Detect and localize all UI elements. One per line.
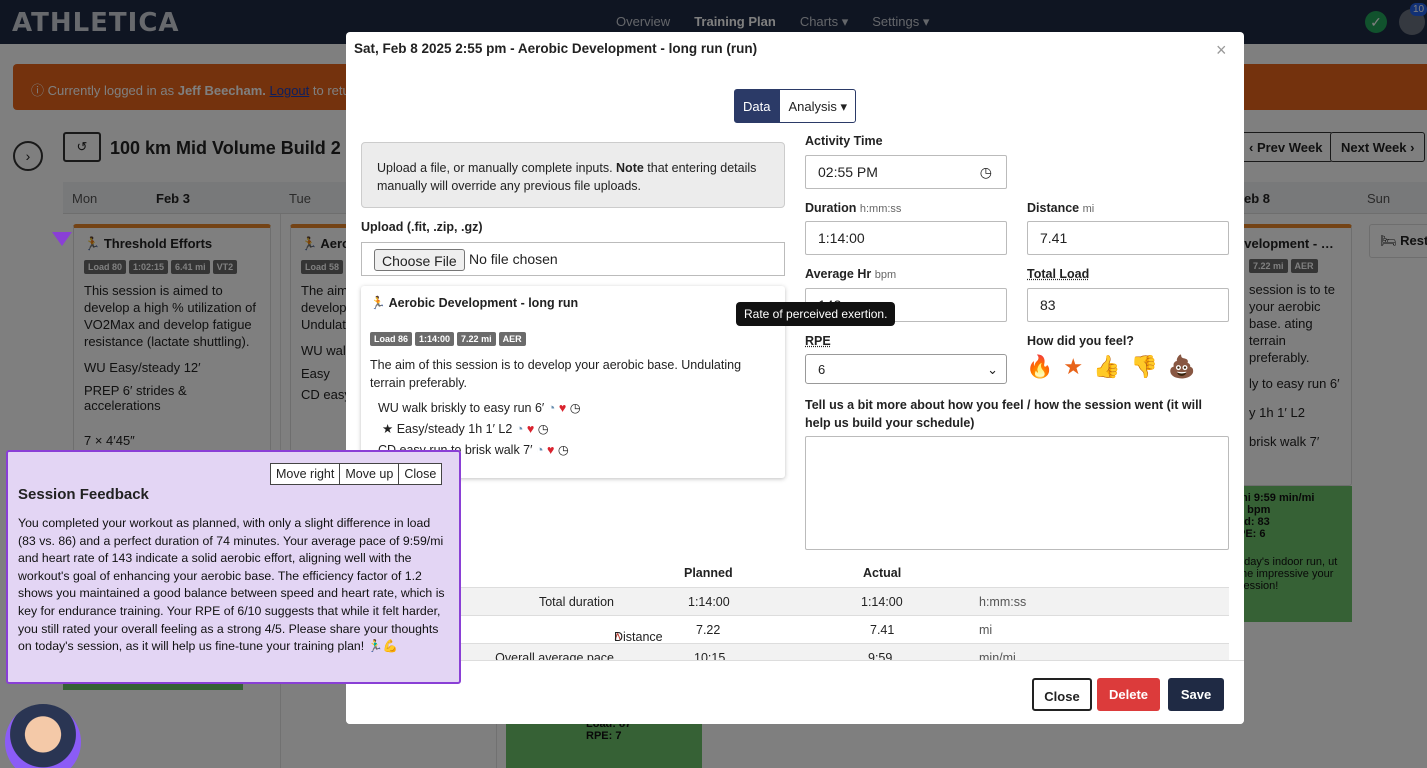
col-planned: Planned — [684, 566, 733, 580]
rpe-select[interactable]: 6 ⌄ — [805, 354, 1007, 384]
row-actual: 1:14:00 — [861, 595, 903, 609]
total-load-label: Total Load — [1027, 267, 1090, 281]
run-icon: 🏃 — [370, 296, 386, 310]
chevron-down-icon: ⌄ — [987, 362, 998, 377]
clock-icon[interactable]: ◷ — [980, 164, 992, 181]
rpe-value: 6 — [818, 362, 826, 377]
tag-distance: 7.22 mi — [457, 332, 496, 346]
row-unit: mi — [979, 623, 993, 637]
tell-us-label: Tell us a bit more about how you feel / … — [805, 398, 1203, 430]
gauge-icon[interactable]: ◔ — [548, 401, 556, 415]
modal-title: Sat, Feb 8 2025 2:55 pm - Aerobic Develo… — [354, 41, 758, 56]
poop-icon[interactable]: 💩 — [1168, 354, 1195, 380]
total-load-input[interactable]: 83 — [1027, 288, 1229, 322]
feedback-controls: Move right Move up Close — [270, 463, 443, 485]
rpe-label: RPE — [805, 334, 831, 348]
session-title: Aerobic Development - long run — [388, 296, 579, 310]
feedback-title: Session Feedback — [18, 486, 149, 503]
rpe-tooltip: Rate of perceived exertion. — [736, 302, 896, 326]
thumbs-down-icon[interactable]: 👎 — [1131, 354, 1158, 380]
feedback-textarea[interactable] — [805, 436, 1229, 550]
info-text: Upload a file, or manually complete inpu… — [377, 161, 613, 175]
file-input[interactable]: Choose File No file chosen — [361, 242, 785, 276]
duration-input[interactable]: 1:14:00 — [805, 221, 1007, 255]
activity-time-label: Activity Time — [805, 134, 883, 148]
tab-data[interactable]: Data — [734, 89, 780, 123]
tag-duration: 1:14:00 — [415, 332, 455, 346]
choose-file-button[interactable]: Choose File — [374, 249, 465, 271]
heart-icon[interactable]: ♥ — [547, 443, 554, 457]
modal-footer: Close Delete Save — [346, 660, 1244, 724]
row-unit: h:mm:ss — [979, 595, 1027, 609]
info-note: Note — [616, 161, 644, 175]
avg-hr-label: Average Hr — [805, 267, 872, 281]
session-modal: Sat, Feb 8 2025 2:55 pm - Aerobic Develo… — [346, 32, 1244, 724]
session-step: Easy/steady 1h 1′ L2 — [396, 422, 513, 436]
tag-zone: AER — [498, 332, 526, 346]
clock-icon[interactable]: ◷ — [558, 443, 569, 457]
modal-tabs: Data Analysis ▾ — [734, 89, 857, 123]
thumbs-up-icon[interactable]: 👍 — [1093, 354, 1120, 380]
avg-hr-unit: bpm — [874, 269, 897, 281]
table-row: Total duration 1:14:00 1:14:00 h:mm:ss — [346, 587, 1229, 615]
star-icon: ★ — [382, 422, 394, 436]
row-actual: 7.41 — [870, 623, 895, 637]
feedback-text: You completed your workout as planned, w… — [18, 516, 445, 654]
session-step: WU walk briskly to easy run 6′ — [378, 401, 545, 415]
star-icon[interactable]: ★ — [1063, 354, 1083, 380]
tab-analysis[interactable]: Analysis ▾ — [779, 89, 857, 123]
col-actual: Actual — [863, 566, 902, 580]
feedback-close-button[interactable]: Close — [399, 463, 443, 485]
row-label: Distance — [614, 630, 663, 644]
heart-icon[interactable]: ♥ — [559, 401, 566, 415]
gauge-icon[interactable]: ◔ — [516, 422, 524, 436]
save-button[interactable]: Save — [1168, 678, 1224, 711]
clock-icon[interactable]: ◷ — [570, 401, 581, 415]
feel-options: 🔥 ★ 👍 👎 💩 — [1026, 354, 1195, 380]
distance-unit: mi — [1082, 203, 1095, 215]
row-planned: 7.22 — [696, 623, 721, 637]
table-row: ˄ Distance 7.22 7.41 mi — [346, 615, 1229, 644]
row-planned: 1:14:00 — [688, 595, 730, 609]
distance-label: Distance — [1027, 201, 1080, 215]
clock-icon[interactable]: ◷ — [538, 422, 549, 436]
file-status: No file chosen — [469, 251, 558, 267]
feel-label: How did you feel? — [1027, 334, 1134, 348]
gauge-icon[interactable]: ◔ — [536, 443, 544, 457]
session-feedback-popup: Move right Move up Close Session Feedbac… — [6, 450, 461, 684]
session-desc: The aim of this session is to develop yo… — [370, 358, 742, 390]
delete-button[interactable]: Delete — [1097, 678, 1160, 711]
fire-icon[interactable]: 🔥 — [1026, 354, 1053, 380]
heart-icon[interactable]: ♥ — [527, 422, 534, 436]
activity-time-input[interactable]: 02:55 PM ◷ — [805, 155, 1007, 189]
upload-info: Upload a file, or manually complete inpu… — [361, 142, 785, 208]
activity-time-value: 02:55 PM — [818, 164, 878, 180]
duration-label: Duration — [805, 201, 857, 215]
row-label: Total duration — [538, 595, 614, 609]
feedback-pointer — [52, 232, 72, 246]
duration-unit: h:mm:ss — [859, 203, 902, 215]
tag-load: Load 86 — [370, 332, 413, 346]
distance-input[interactable]: 7.41 — [1027, 221, 1229, 255]
close-button[interactable]: Close — [1032, 678, 1092, 711]
upload-label: Upload (.fit, .zip, .gz) — [361, 220, 483, 234]
move-up-button[interactable]: Move up — [340, 463, 400, 485]
close-icon[interactable]: × — [1216, 40, 1227, 61]
move-right-button[interactable]: Move right — [270, 463, 341, 485]
